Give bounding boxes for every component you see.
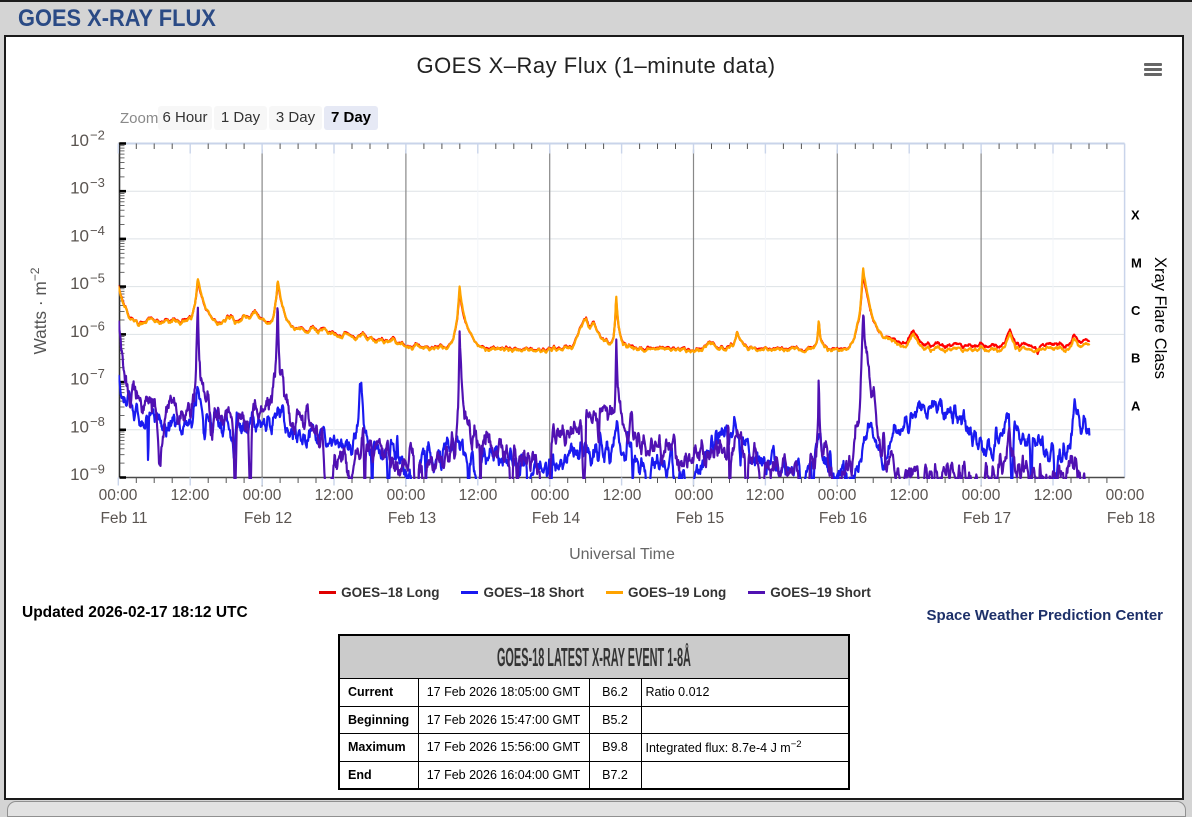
svg-text:−6: −6 (90, 318, 105, 333)
svg-text:Feb 17: Feb 17 (963, 510, 1011, 527)
svg-text:00:00: 00:00 (387, 487, 426, 504)
svg-text:−4: −4 (90, 223, 105, 238)
svg-text:00:00: 00:00 (243, 487, 282, 504)
svg-text:12:00: 12:00 (171, 487, 210, 504)
svg-text:Feb 13: Feb 13 (388, 510, 436, 527)
svg-text:Watts · m−2: Watts · m−2 (28, 267, 50, 354)
svg-text:X: X (1131, 208, 1140, 223)
svg-text:12:00: 12:00 (746, 487, 785, 504)
svg-text:−5: −5 (90, 271, 105, 286)
svg-text:12:00: 12:00 (315, 487, 354, 504)
svg-text:00:00: 00:00 (99, 487, 138, 504)
svg-text:12:00: 12:00 (459, 487, 498, 504)
svg-text:Xray Flare Class: Xray Flare Class (1151, 257, 1169, 379)
svg-text:M: M (1131, 255, 1142, 270)
svg-text:10: 10 (70, 322, 89, 341)
svg-text:−9: −9 (90, 462, 105, 477)
svg-text:−2: −2 (90, 128, 105, 143)
svg-text:00:00: 00:00 (1106, 487, 1145, 504)
svg-text:Feb 11: Feb 11 (100, 510, 147, 527)
svg-text:Universal Time: Universal Time (569, 546, 675, 563)
svg-text:10: 10 (70, 179, 89, 198)
svg-text:00:00: 00:00 (818, 487, 857, 504)
svg-text:00:00: 00:00 (531, 487, 570, 504)
svg-text:10: 10 (70, 417, 89, 436)
svg-text:−3: −3 (90, 175, 105, 190)
svg-text:10: 10 (70, 370, 89, 389)
svg-text:Feb 18: Feb 18 (1107, 510, 1155, 527)
svg-text:Feb 12: Feb 12 (244, 510, 292, 527)
svg-text:10: 10 (70, 226, 89, 245)
svg-text:Feb 16: Feb 16 (819, 510, 867, 527)
svg-text:A: A (1131, 398, 1141, 413)
svg-text:00:00: 00:00 (962, 487, 1001, 504)
svg-text:00:00: 00:00 (675, 487, 714, 504)
svg-text:−8: −8 (90, 414, 105, 429)
svg-text:10: 10 (70, 274, 89, 293)
svg-text:−7: −7 (90, 366, 105, 381)
svg-text:B: B (1131, 351, 1140, 366)
svg-text:12:00: 12:00 (1034, 487, 1073, 504)
svg-text:Feb 15: Feb 15 (676, 510, 724, 527)
svg-text:12:00: 12:00 (603, 487, 642, 504)
svg-text:C: C (1131, 303, 1141, 318)
svg-text:10: 10 (70, 131, 89, 150)
svg-text:10: 10 (70, 465, 89, 484)
svg-text:12:00: 12:00 (890, 487, 929, 504)
svg-text:Feb 14: Feb 14 (532, 510, 581, 527)
